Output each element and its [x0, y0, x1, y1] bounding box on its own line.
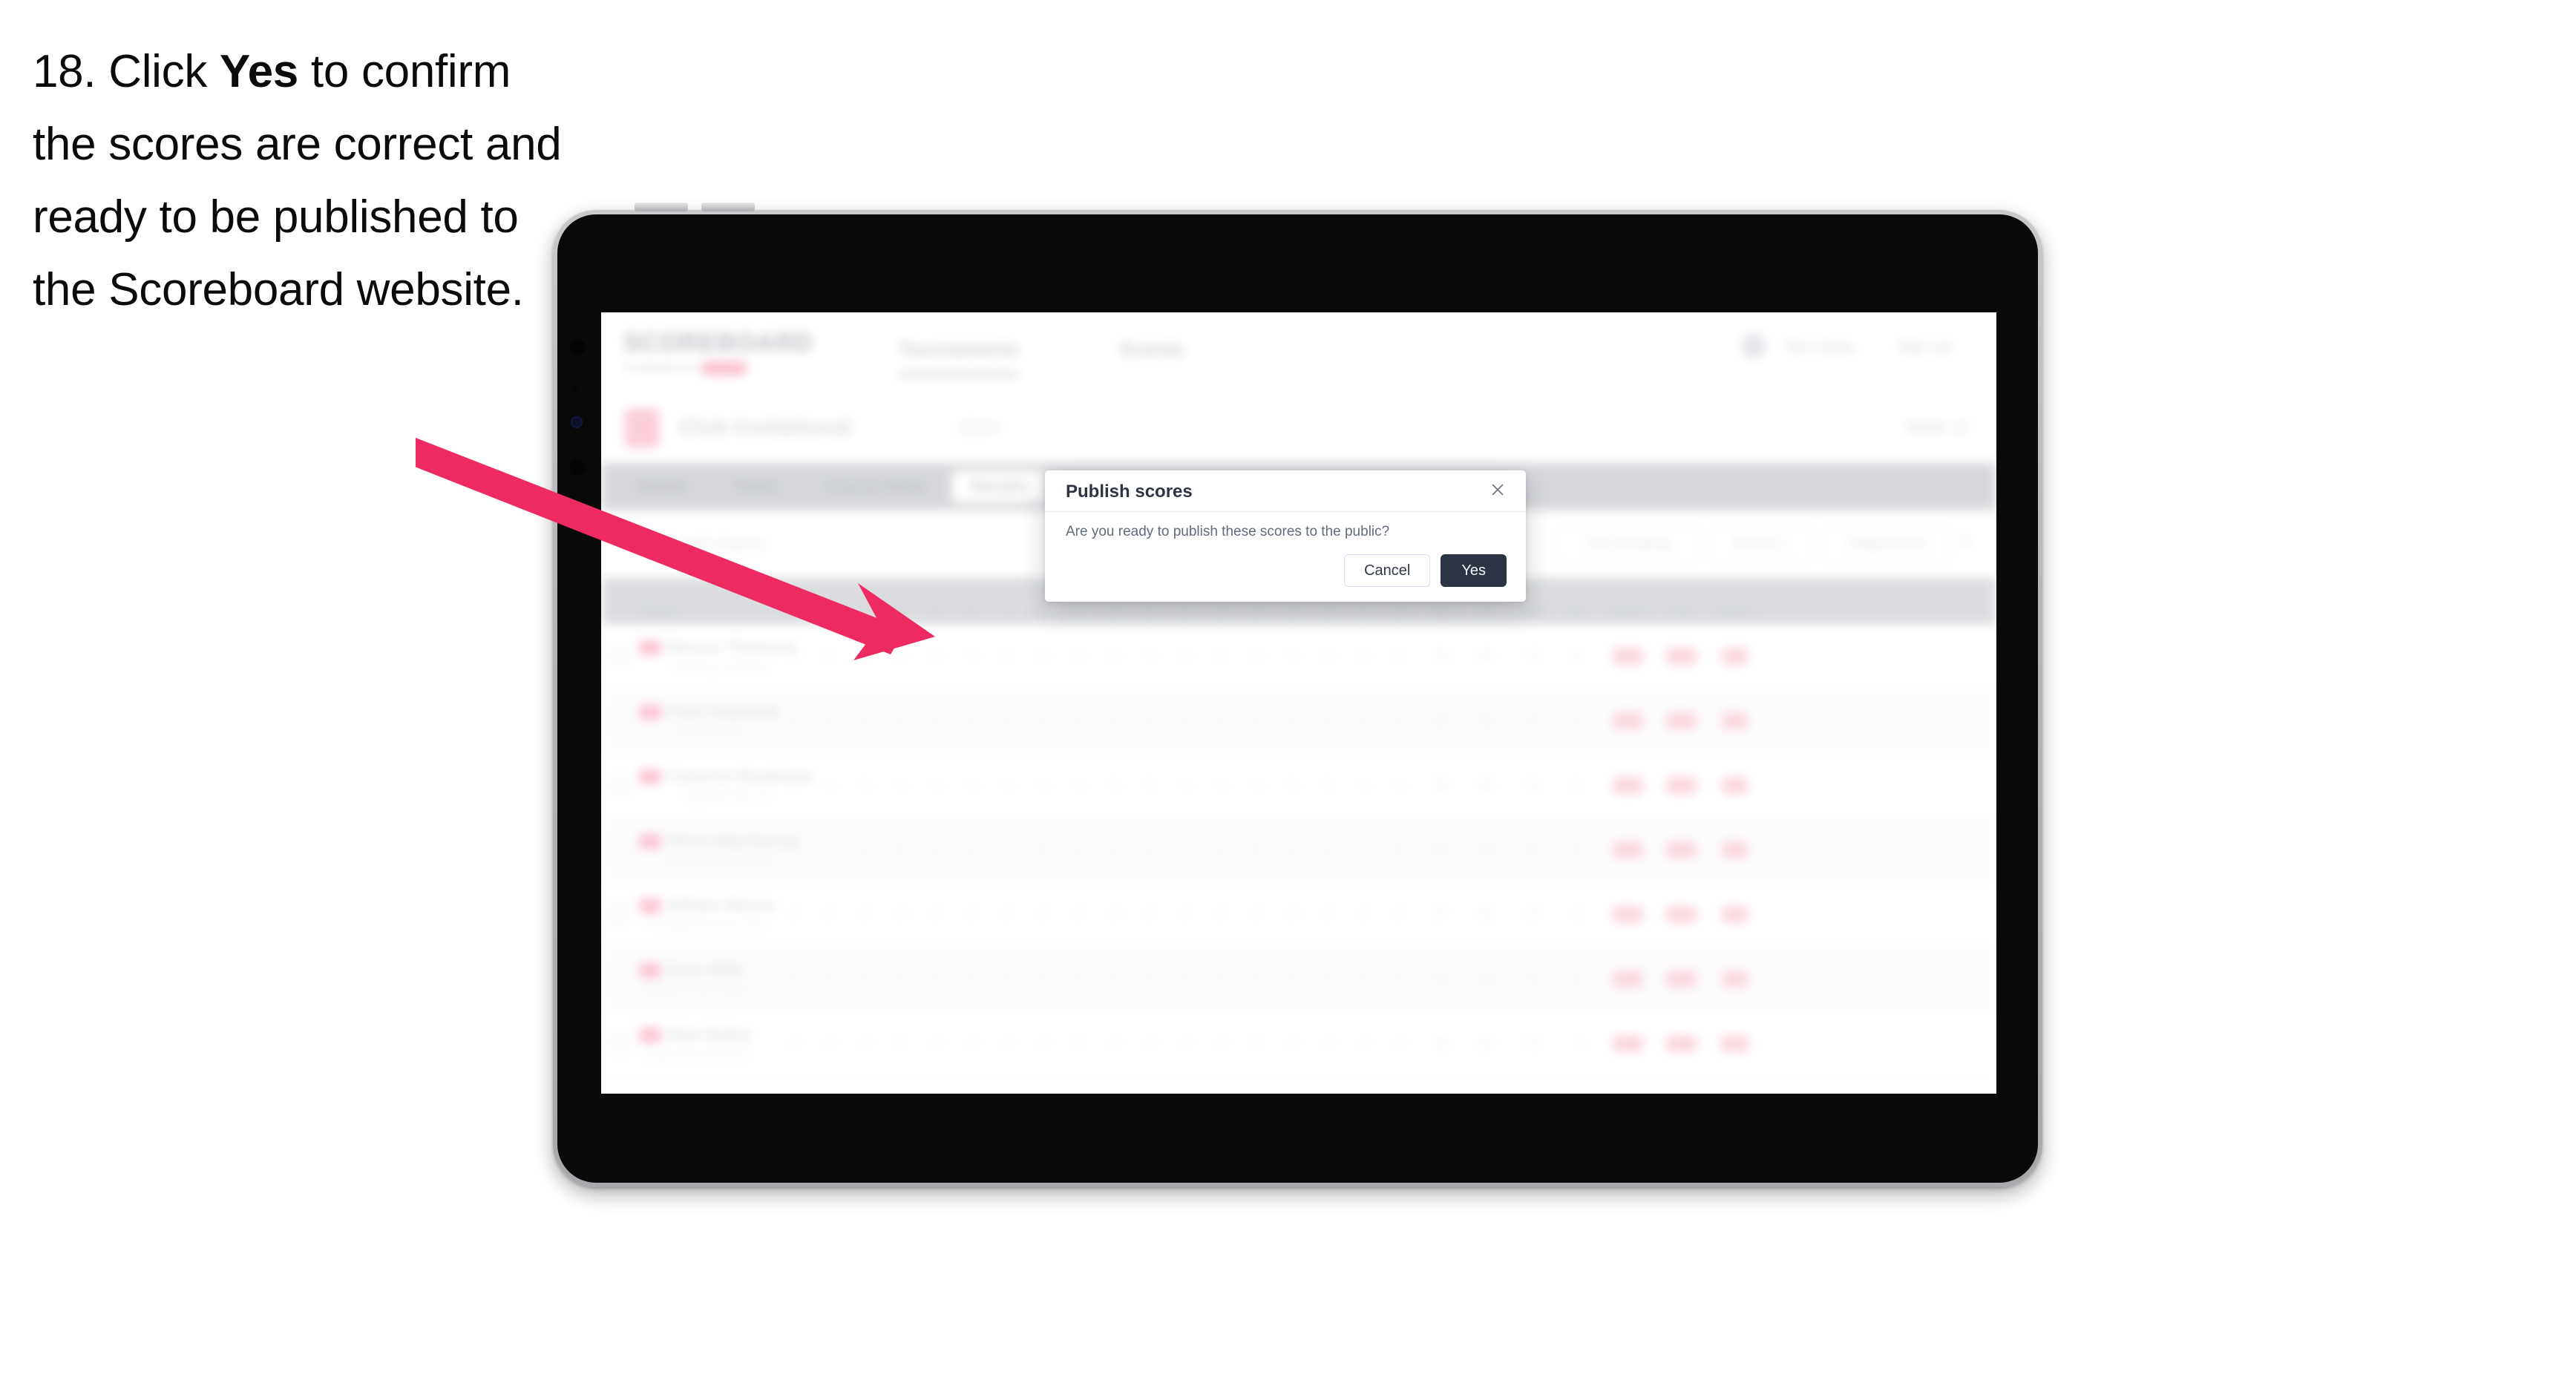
- volume-up-button[interactable]: [635, 203, 688, 211]
- instruction-step: 18.: [33, 46, 96, 97]
- tablet-device: SCOREBOARD POWERED BY PGA Tournaments Ev…: [553, 203, 2042, 1187]
- volume-down-button[interactable]: [701, 203, 755, 211]
- dialog-header: Publish scores: [1045, 470, 1526, 512]
- dialog-actions: Cancel Yes: [1344, 554, 1507, 587]
- yes-button[interactable]: Yes: [1441, 554, 1507, 587]
- front-camera-icon: [571, 416, 583, 428]
- speaker-dot-icon: [569, 339, 586, 355]
- sensor-dot-icon: [572, 387, 577, 392]
- screenshot-root: 18. Click Yes to confirm the scores are …: [0, 0, 2576, 1386]
- tablet-screen: SCOREBOARD POWERED BY PGA Tournaments Ev…: [557, 214, 2038, 1183]
- dialog-title: Publish scores: [1066, 482, 1193, 502]
- instruction-bold-yes: Yes: [219, 46, 298, 97]
- publish-scores-dialog: Publish scores Are you ready to publish …: [1045, 470, 1526, 602]
- mic-dot-icon: [569, 459, 586, 476]
- close-icon[interactable]: [1486, 478, 1510, 502]
- instruction-text: 18. Click Yes to confirm the scores are …: [33, 36, 582, 326]
- app-viewport: SCOREBOARD POWERED BY PGA Tournaments Ev…: [601, 312, 1996, 1094]
- cancel-button[interactable]: Cancel: [1344, 554, 1431, 587]
- dialog-body-text: Are you ready to publish these scores to…: [1066, 524, 1390, 539]
- instruction-pre: Click: [96, 46, 220, 97]
- modal-overlay: Publish scores Are you ready to publish …: [601, 312, 1996, 1094]
- sensor-dot-2-icon: [569, 505, 586, 522]
